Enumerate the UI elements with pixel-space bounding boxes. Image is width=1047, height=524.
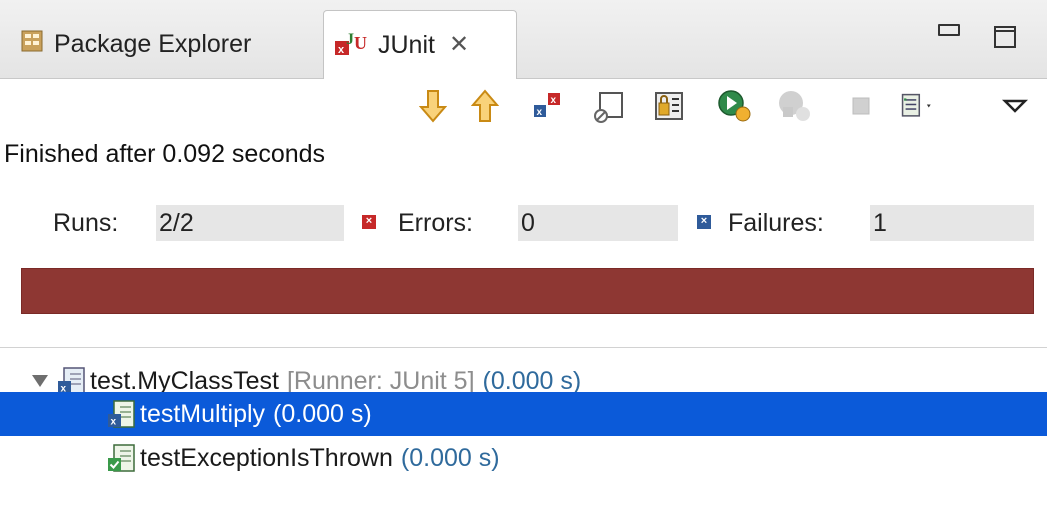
test-name: testMultiply bbox=[140, 399, 266, 428]
test-time: (0.000 s) bbox=[273, 399, 372, 428]
junit-icon: x J U bbox=[334, 27, 368, 64]
tab-package-explorer[interactable]: Package Explorer bbox=[0, 10, 320, 78]
junit-toolbar: x x bbox=[0, 78, 1047, 138]
svg-text:J: J bbox=[346, 31, 354, 48]
test-row-testExceptionIsThrown[interactable]: testExceptionIsThrown (0.000 s) bbox=[0, 436, 1047, 480]
rerun-failed-first-icon[interactable] bbox=[776, 86, 814, 126]
tab-junit[interactable]: x J U JUnit ✕ bbox=[323, 10, 517, 79]
tab-junit-label: JUnit bbox=[378, 30, 435, 59]
errors-label: Errors: bbox=[398, 209, 473, 237]
svg-text:x: x bbox=[551, 95, 557, 106]
svg-text:x: x bbox=[537, 107, 543, 118]
failure-icon: × bbox=[697, 215, 711, 229]
close-tab-icon[interactable]: ✕ bbox=[449, 33, 469, 57]
package-explorer-icon bbox=[20, 29, 44, 60]
stop-icon[interactable] bbox=[842, 86, 880, 126]
failures-value: 1 bbox=[870, 205, 1034, 241]
progress-fill bbox=[22, 269, 1033, 313]
test-tree[interactable]: x test.MyClassTest [Runner: JUnit 5] (0.… bbox=[0, 347, 1047, 524]
tab-package-explorer-label: Package Explorer bbox=[54, 29, 252, 58]
next-failure-icon[interactable] bbox=[414, 86, 452, 126]
test-name: testExceptionIsThrown bbox=[140, 443, 393, 472]
svg-text:x: x bbox=[338, 44, 345, 56]
show-failures-only-icon[interactable]: x x bbox=[528, 86, 566, 126]
rerun-icon[interactable] bbox=[716, 86, 754, 126]
test-time: (0.000 s) bbox=[400, 443, 500, 472]
errors-value: 0 bbox=[518, 205, 678, 241]
error-icon: × bbox=[362, 215, 376, 229]
status-text: Finished after 0.092 seconds bbox=[4, 140, 326, 168]
junit-view: Package Explorer x J U JUnit ✕ x x Finis… bbox=[0, 0, 1047, 524]
show-skipped-icon[interactable] bbox=[650, 86, 688, 126]
scroll-lock-icon[interactable] bbox=[590, 86, 628, 126]
test-run-history-icon[interactable] bbox=[898, 86, 936, 126]
maximize-icon[interactable] bbox=[994, 26, 1016, 48]
expand-twisty-icon[interactable] bbox=[32, 375, 48, 387]
progress-bar bbox=[21, 268, 1034, 314]
failures-label: Failures: bbox=[728, 209, 824, 237]
test-passed-icon bbox=[106, 443, 136, 473]
runs-value: 2/2 bbox=[156, 205, 344, 241]
view-menu-icon[interactable] bbox=[996, 86, 1034, 126]
runs-label: Runs: bbox=[53, 209, 119, 237]
minimize-icon[interactable] bbox=[938, 24, 960, 36]
svg-text:x: x bbox=[111, 417, 117, 428]
tab-bar: Package Explorer x J U JUnit ✕ bbox=[0, 0, 1047, 79]
test-failure-icon: x bbox=[106, 399, 136, 429]
test-row-testMultiply[interactable]: x testMultiply (0.000 s) bbox=[0, 392, 1047, 436]
svg-text:U: U bbox=[354, 33, 367, 53]
previous-failure-icon[interactable] bbox=[466, 86, 504, 126]
